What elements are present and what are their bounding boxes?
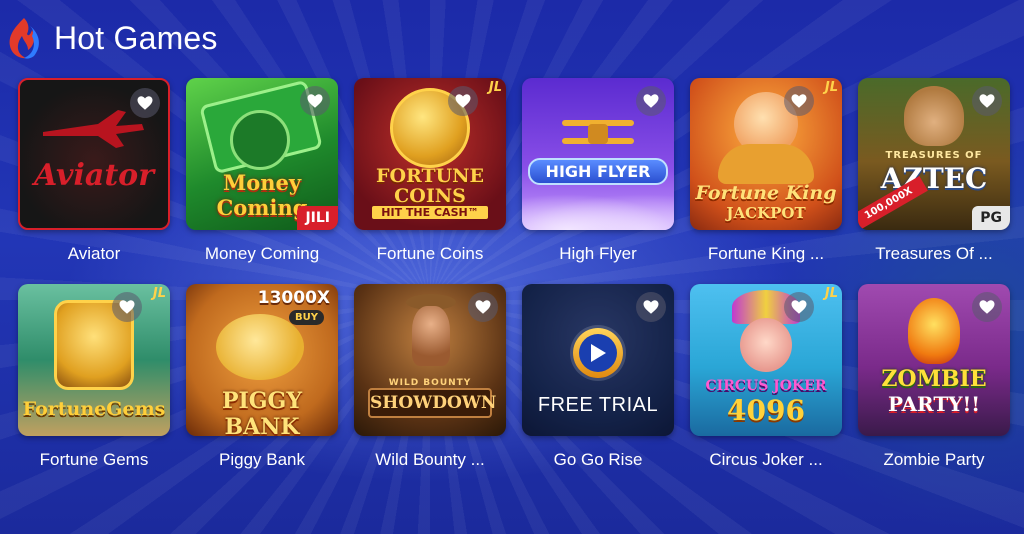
provider-badge: JL bbox=[152, 286, 166, 301]
game-art-subtitle: TREASURES OF bbox=[885, 150, 983, 161]
play-button[interactable] bbox=[573, 328, 623, 378]
buy-badge: BUY bbox=[289, 310, 324, 325]
game-thumbnail[interactable]: TREASURES OF AZTEC 100,000X PG bbox=[858, 78, 1010, 230]
game-thumbnail[interactable]: Money Coming JILI bbox=[186, 78, 338, 230]
game-thumbnail[interactable]: FREE TRIAL bbox=[522, 284, 674, 436]
coin-image bbox=[230, 110, 290, 170]
provider-badge: JL bbox=[824, 286, 838, 301]
game-art-title: FortuneGems bbox=[22, 398, 166, 420]
provider-badge: PG bbox=[972, 206, 1010, 230]
favorite-button[interactable] bbox=[112, 292, 142, 322]
heart-icon bbox=[791, 94, 807, 108]
game-thumbnail[interactable]: WILD BOUNTY SHOWDOWN bbox=[354, 284, 506, 436]
game-name[interactable]: Fortune Gems bbox=[18, 450, 170, 470]
heart-icon bbox=[791, 300, 807, 314]
favorite-button[interactable] bbox=[448, 86, 478, 116]
heart-icon bbox=[979, 300, 995, 314]
favorite-button[interactable] bbox=[784, 292, 814, 322]
game-card-wild-bounty-showdown[interactable]: WILD BOUNTY SHOWDOWN Wild Bounty ... bbox=[354, 284, 506, 470]
game-thumbnail[interactable]: CIRCUS JOKER 4096 JL bbox=[690, 284, 842, 436]
favorite-button[interactable] bbox=[972, 86, 1002, 116]
heart-icon bbox=[307, 94, 323, 108]
game-thumbnail[interactable]: Fortune King JACKPOT JL bbox=[690, 78, 842, 230]
provider-badge: JILI bbox=[297, 206, 338, 230]
gunslinger-image bbox=[412, 306, 450, 366]
game-card-circus-joker[interactable]: CIRCUS JOKER 4096 JL Circus Joker ... bbox=[690, 284, 842, 470]
game-art-title: Fortune King bbox=[695, 182, 837, 204]
heart-icon bbox=[475, 300, 491, 314]
heart-icon bbox=[119, 300, 135, 314]
game-art-subtitle: WILD BOUNTY bbox=[388, 378, 472, 388]
favorite-button[interactable] bbox=[130, 88, 160, 118]
favorite-button[interactable] bbox=[300, 86, 330, 116]
game-thumbnail[interactable]: FORTUNE COINS HIT THE CASH™ JL bbox=[354, 78, 506, 230]
games-grid: Aviator Aviator Money Coming JILI Money … bbox=[18, 78, 1010, 470]
section-header: Hot Games bbox=[6, 14, 218, 62]
game-thumbnail[interactable]: Aviator bbox=[18, 78, 170, 230]
game-art-title: ZOMBIE bbox=[881, 366, 987, 392]
game-name[interactable]: Wild Bounty ... bbox=[354, 450, 506, 470]
game-art-title: HIGH FLYER bbox=[528, 158, 668, 185]
game-name[interactable]: Aviator bbox=[18, 244, 170, 264]
game-art-subtitle: PARTY!! bbox=[887, 392, 981, 416]
game-card-fortune-gems[interactable]: FortuneGems JL Fortune Gems bbox=[18, 284, 170, 470]
favorite-button[interactable] bbox=[972, 292, 1002, 322]
game-art-title: AZTEC bbox=[880, 162, 988, 195]
biplane-icon bbox=[562, 120, 634, 144]
joker-face-image bbox=[740, 318, 792, 372]
heart-icon bbox=[137, 96, 153, 110]
piggy-image bbox=[216, 314, 304, 380]
game-art-subtitle: HIT THE CASH™ bbox=[372, 206, 488, 219]
game-thumbnail[interactable]: ZOMBIE PARTY!! bbox=[858, 284, 1010, 436]
buddha-body-image bbox=[718, 144, 814, 184]
aztec-princess-image bbox=[904, 86, 964, 146]
favorite-button[interactable] bbox=[468, 292, 498, 322]
heart-icon bbox=[643, 300, 659, 314]
favorite-button[interactable] bbox=[636, 292, 666, 322]
provider-badge: JL bbox=[488, 80, 502, 95]
game-name[interactable]: Fortune King ... bbox=[690, 244, 842, 264]
game-art-title: CIRCUS JOKER bbox=[705, 378, 827, 394]
heart-icon bbox=[455, 94, 471, 108]
game-card-piggy-bank[interactable]: 13000X BUY PIGGY BANK Piggy Bank bbox=[186, 284, 338, 470]
game-name[interactable]: Money Coming bbox=[186, 244, 338, 264]
game-name[interactable]: Fortune Coins bbox=[354, 244, 506, 264]
game-thumbnail[interactable]: FortuneGems JL bbox=[18, 284, 170, 436]
game-card-go-go-rise[interactable]: FREE TRIAL Go Go Rise bbox=[522, 284, 674, 470]
game-card-treasures-of-aztec[interactable]: TREASURES OF AZTEC 100,000X PG Treasures… bbox=[858, 78, 1010, 264]
clouds-image bbox=[522, 194, 674, 230]
game-art-subtitle: 4096 bbox=[727, 394, 805, 427]
game-card-fortune-coins[interactable]: FORTUNE COINS HIT THE CASH™ JL Fortune C… bbox=[354, 78, 506, 264]
favorite-button[interactable] bbox=[784, 86, 814, 116]
game-name[interactable]: Piggy Bank bbox=[186, 450, 338, 470]
zombie-character-image bbox=[908, 298, 960, 364]
game-art-title: Aviator bbox=[34, 158, 154, 193]
multiplier-label: 13000X bbox=[257, 288, 330, 308]
game-art-title: FORTUNE COINS bbox=[375, 165, 485, 207]
heart-icon bbox=[643, 94, 659, 108]
game-card-money-coming[interactable]: Money Coming JILI Money Coming bbox=[186, 78, 338, 264]
favorite-button[interactable] bbox=[636, 86, 666, 116]
game-name[interactable]: Circus Joker ... bbox=[690, 450, 842, 470]
game-name[interactable]: Go Go Rise bbox=[522, 450, 674, 470]
game-card-zombie-party[interactable]: ZOMBIE PARTY!! Zombie Party bbox=[858, 284, 1010, 470]
game-name[interactable]: Treasures Of ... bbox=[858, 244, 1010, 264]
game-card-fortune-king-jackpot[interactable]: Fortune King JACKPOT JL Fortune King ... bbox=[690, 78, 842, 264]
game-name[interactable]: Zombie Party bbox=[858, 450, 1010, 470]
flame-icon bbox=[9, 18, 39, 59]
game-thumbnail[interactable]: HIGH FLYER bbox=[522, 78, 674, 230]
game-card-aviator[interactable]: Aviator Aviator bbox=[18, 78, 170, 264]
game-thumbnail[interactable]: 13000X BUY PIGGY BANK bbox=[186, 284, 338, 436]
play-icon bbox=[579, 334, 617, 372]
game-art-title: SHOWDOWN bbox=[368, 388, 496, 418]
game-name[interactable]: High Flyer bbox=[522, 244, 674, 264]
provider-badge: JL bbox=[824, 80, 838, 95]
game-card-high-flyer[interactable]: HIGH FLYER High Flyer bbox=[522, 78, 674, 264]
game-art-title: PIGGY BANK bbox=[221, 388, 303, 436]
game-art-subtitle: JACKPOT bbox=[726, 204, 806, 222]
section-title: Hot Games bbox=[54, 19, 218, 56]
free-trial-button[interactable]: FREE TRIAL bbox=[522, 394, 674, 417]
heart-icon bbox=[979, 94, 995, 108]
